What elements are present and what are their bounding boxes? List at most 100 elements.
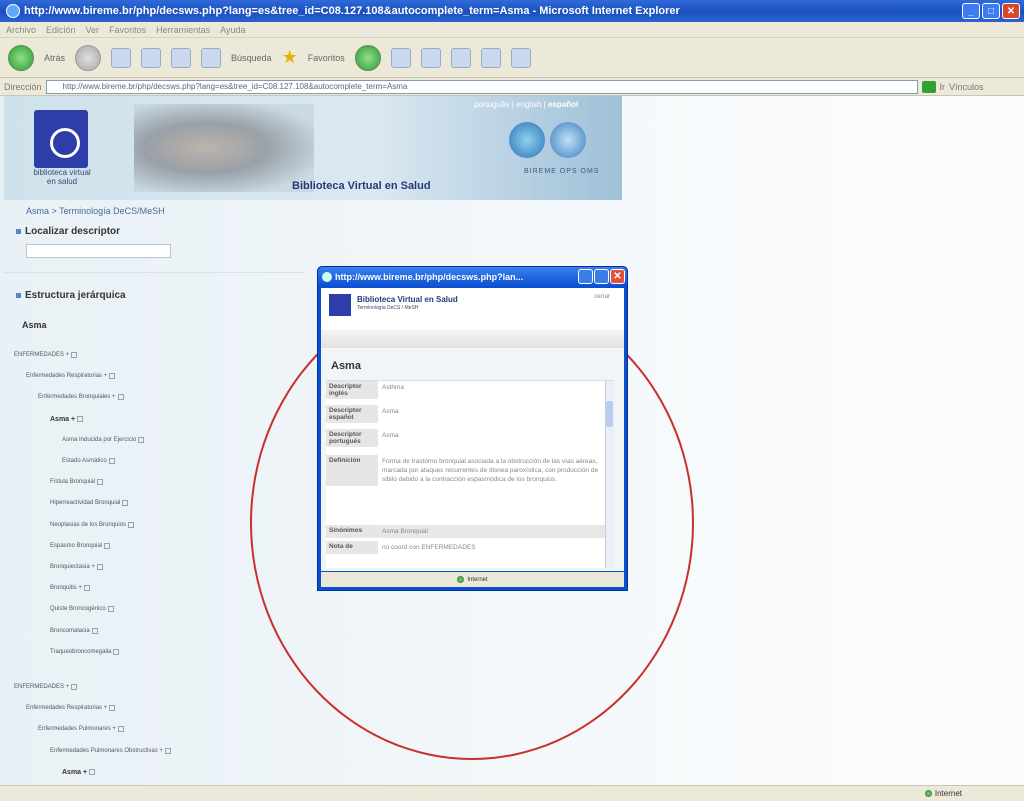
stop-icon[interactable] <box>111 47 132 68</box>
tree-item[interactable]: Asma Inducida por Ejercicio <box>62 436 145 443</box>
menu-ayuda[interactable]: Ayuda <box>220 25 245 35</box>
forward-icon[interactable] <box>75 44 102 71</box>
tree-item[interactable]: Enfermedades Bronquiales + <box>38 394 124 401</box>
tree-item[interactable]: Broncomalacia <box>50 627 98 634</box>
messenger-icon[interactable] <box>510 47 531 68</box>
tree-detail-icon[interactable] <box>97 479 104 486</box>
tree-detail-icon[interactable] <box>113 648 120 655</box>
back-icon[interactable] <box>8 44 34 71</box>
tree-item-label[interactable]: ENFERMEDADES + <box>14 352 69 358</box>
tree-item-label[interactable]: Bronquiectasia + <box>50 564 95 570</box>
tree-item-label[interactable]: Enfermedades Pulmonares + <box>38 726 116 732</box>
tree-detail-icon[interactable] <box>71 352 78 358</box>
popup-scrollbar[interactable] <box>605 381 614 568</box>
favorites-label[interactable]: Favoritos <box>308 53 345 63</box>
tree-item[interactable]: Quiste Broncogénico <box>50 606 114 613</box>
tree-item-label[interactable]: Asma + <box>62 769 87 776</box>
tree-item-label[interactable]: Bronquitis + <box>50 585 82 591</box>
search-icon[interactable] <box>201 47 222 68</box>
mail-icon[interactable] <box>390 47 411 68</box>
favorites-icon[interactable]: ★ <box>282 47 298 68</box>
tree-item-label[interactable]: Fístula Bronquial <box>50 479 95 485</box>
tree-detail-icon[interactable] <box>109 705 116 712</box>
tree-detail-icon[interactable] <box>104 542 111 549</box>
tree-detail-icon[interactable] <box>91 627 98 634</box>
tree-item-label[interactable]: Espasmo Bronquial <box>50 543 102 549</box>
tree-item-label[interactable]: Estado Asmático <box>62 458 107 464</box>
refresh-icon[interactable] <box>141 47 162 68</box>
tree-detail-icon[interactable] <box>77 416 84 423</box>
print-icon[interactable] <box>420 47 441 68</box>
tree-item[interactable]: ENFERMEDADES + <box>14 352 78 358</box>
search-label[interactable]: Búsqueda <box>231 53 272 63</box>
tree-detail-icon[interactable] <box>96 564 103 570</box>
tree-item[interactable]: Neoplasias de los Bronquios <box>50 521 135 528</box>
links-label[interactable]: Vínculos <box>949 82 984 92</box>
menu-archivo[interactable]: Archivo <box>6 25 36 35</box>
tree-detail-icon[interactable] <box>108 458 115 464</box>
history-icon[interactable] <box>354 44 381 71</box>
tree-item-label[interactable]: Enfermedades Bronquiales + <box>38 394 116 400</box>
tree-item-label[interactable]: Traqueobroncomegalia <box>50 649 111 655</box>
tree-item[interactable]: Fístula Bronquial <box>50 479 104 486</box>
tree-detail-icon[interactable] <box>138 436 145 443</box>
go-label[interactable]: Ir <box>940 82 946 92</box>
address-input[interactable]: http://www.bireme.br/php/decsws.php?lang… <box>45 79 918 94</box>
tree-item[interactable]: Bronquitis + <box>50 585 90 592</box>
go-icon[interactable] <box>921 80 936 93</box>
tree-item[interactable]: Enfermedades Respiratorias + <box>26 373 116 380</box>
tree-item-label[interactable]: Broncomalacia <box>50 628 90 634</box>
tree-item-label[interactable]: Asma + <box>50 416 75 423</box>
tree-item-label[interactable]: Neoplasias de los Bronquios <box>50 522 126 528</box>
tree-item[interactable]: Bronquiectasia + <box>50 564 103 570</box>
back-label[interactable]: Atrás <box>44 53 65 63</box>
tree-item[interactable]: Hiperreactividad Bronquial <box>50 500 129 507</box>
scroll-thumb[interactable] <box>606 401 613 427</box>
tree-item[interactable]: Asma + <box>62 769 96 776</box>
tree-item-label[interactable]: Asma Inducida por Ejercicio <box>62 437 136 443</box>
tree-detail-icon[interactable] <box>164 747 171 754</box>
home-icon[interactable] <box>171 47 192 68</box>
paho-logo[interactable] <box>509 122 545 158</box>
menu-edicion[interactable]: Edición <box>46 25 76 35</box>
tree-detail-icon[interactable] <box>122 500 129 507</box>
tree-detail-icon[interactable] <box>71 684 78 690</box>
tree-item[interactable]: Espasmo Bronquial <box>50 542 111 549</box>
tree-item[interactable]: Estado Asmático <box>62 458 115 464</box>
tree-item-label[interactable]: Enfermedades Respiratorias + <box>26 705 107 711</box>
tree-detail-icon[interactable] <box>107 606 114 613</box>
tree-item[interactable]: Asma + <box>50 416 84 423</box>
popup-cerrar-link[interactable]: cerrar <box>594 294 610 300</box>
tree-detail-icon[interactable] <box>89 769 96 776</box>
menu-favoritos[interactable]: Favoritos <box>109 25 146 35</box>
popup-minimize-button[interactable] <box>578 269 593 284</box>
descriptor-search-input[interactable] <box>26 244 171 258</box>
tree-detail-icon[interactable] <box>117 394 124 401</box>
folder-icon[interactable] <box>480 47 501 68</box>
breadcrumb[interactable]: Asma > Terminología DeCS/MeSH <box>26 206 165 216</box>
tree-item-label[interactable]: Enfermedades Respiratorias + <box>26 373 107 379</box>
close-button[interactable]: ✕ <box>1002 3 1020 19</box>
language-links-inactive[interactable]: português | english | <box>474 100 548 109</box>
bvs-logo[interactable] <box>34 110 88 168</box>
edit-icon[interactable] <box>450 47 471 68</box>
tree-item-label[interactable]: Hiperreactividad Bronquial <box>50 500 120 506</box>
menu-herramientas[interactable]: Herramientas <box>156 25 210 35</box>
popup-close-button[interactable]: ✕ <box>610 269 625 284</box>
tree-item[interactable]: Traqueobroncomegalia <box>50 648 120 655</box>
tree-detail-icon[interactable] <box>117 726 124 733</box>
who-logo[interactable] <box>550 122 586 158</box>
tree-item[interactable]: ENFERMEDADES + <box>14 684 78 690</box>
tree-item[interactable]: Enfermedades Pulmonares + <box>38 726 124 733</box>
popup-maximize-button[interactable] <box>594 269 609 284</box>
tree-detail-icon[interactable] <box>109 373 116 380</box>
maximize-button[interactable]: □ <box>982 3 1000 19</box>
menu-ver[interactable]: Ver <box>86 25 100 35</box>
tree-item-label[interactable]: Quiste Broncogénico <box>50 606 106 612</box>
minimize-button[interactable]: _ <box>962 3 980 19</box>
tree-item[interactable]: Enfermedades Respiratorias + <box>26 705 116 712</box>
tree-item[interactable]: Enfermedades Pulmonares Obstructivas + <box>50 747 171 754</box>
tree-detail-icon[interactable] <box>83 585 90 592</box>
tree-item-label[interactable]: Enfermedades Pulmonares Obstructivas + <box>50 748 163 754</box>
tree-item-label[interactable]: ENFERMEDADES + <box>14 684 69 690</box>
